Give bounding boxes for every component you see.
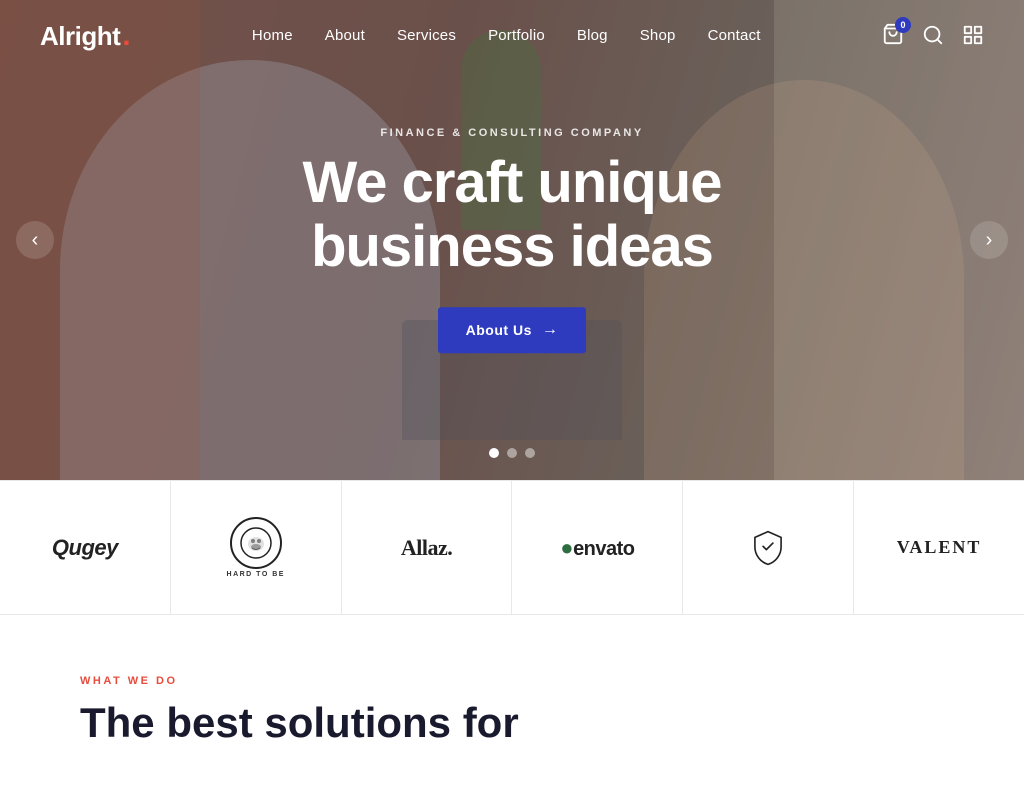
bulldog-text: HARD TO BE: [227, 571, 285, 578]
qugey-brand: Qugey: [52, 535, 118, 561]
slider-dot-1[interactable]: [489, 448, 499, 458]
slider-dot-2[interactable]: [507, 448, 517, 458]
navbar-actions: 0: [882, 23, 984, 50]
hero-title-line1: We craft unique: [303, 150, 722, 215]
logo-text: Alright: [40, 21, 120, 52]
logo-dot: .: [122, 21, 130, 51]
logos-section: Qugey HARD TO BE Allaz. ●envato: [0, 480, 1024, 615]
nav-home[interactable]: Home: [252, 27, 293, 44]
logo-shield[interactable]: [683, 481, 854, 614]
bulldog-brand: HARD TO BE: [227, 517, 285, 578]
logo[interactable]: Alright .: [40, 21, 131, 52]
about-us-label: About Us: [466, 322, 532, 338]
arrow-icon: →: [542, 321, 559, 339]
logo-envato[interactable]: ●envato: [512, 481, 683, 614]
slider-dots: [489, 448, 535, 458]
slider-next-button[interactable]: ›: [970, 221, 1008, 259]
search-button[interactable]: [922, 24, 944, 49]
hero-section: Finance & Consulting Company We craft un…: [0, 0, 1024, 480]
section-title: The best solutions for: [80, 699, 580, 747]
grid-icon: [962, 24, 984, 46]
nav-about[interactable]: About: [325, 27, 365, 44]
bulldog-circle-icon: [230, 517, 282, 569]
main-nav: Home About Services Portfolio Blog Shop …: [252, 27, 761, 45]
envato-brand: ●envato: [560, 535, 634, 561]
hero-subtitle: Finance & Consulting Company: [162, 127, 862, 139]
cart-badge: 0: [895, 17, 911, 33]
envato-dot-icon: ●: [560, 535, 573, 560]
valent-brand: VALENT: [897, 537, 982, 558]
nav-contact[interactable]: Contact: [708, 27, 761, 44]
nav-shop[interactable]: Shop: [640, 27, 676, 44]
logo-allaz[interactable]: Allaz.: [342, 481, 513, 614]
nav-blog[interactable]: Blog: [577, 27, 608, 44]
hero-title-line2: business ideas: [311, 214, 713, 279]
hero-content: Finance & Consulting Company We craft un…: [162, 127, 862, 353]
section-title-line1: The best solutions for: [80, 699, 519, 746]
logo-bulldog[interactable]: HARD TO BE: [171, 481, 342, 614]
nav-portfolio[interactable]: Portfolio: [488, 27, 545, 44]
allaz-brand: Allaz.: [401, 535, 452, 561]
menu-grid-button[interactable]: [962, 24, 984, 49]
nav-services[interactable]: Services: [397, 27, 456, 44]
about-us-button[interactable]: About Us →: [438, 307, 587, 353]
slider-prev-button[interactable]: ‹: [16, 221, 54, 259]
logo-valent[interactable]: VALENT: [854, 481, 1024, 614]
cart-button[interactable]: 0: [882, 23, 904, 50]
shield-icon: [750, 530, 786, 566]
section-tag: What We Do: [80, 675, 944, 687]
navbar: Alright . Home About Services Portfolio …: [0, 0, 1024, 72]
slider-dot-3[interactable]: [525, 448, 535, 458]
hero-title: We craft unique business ideas: [162, 151, 862, 279]
search-icon: [922, 24, 944, 46]
bulldog-svg: [240, 527, 272, 559]
logo-qugey[interactable]: Qugey: [0, 481, 171, 614]
what-we-do-section: What We Do The best solutions for: [0, 615, 1024, 787]
